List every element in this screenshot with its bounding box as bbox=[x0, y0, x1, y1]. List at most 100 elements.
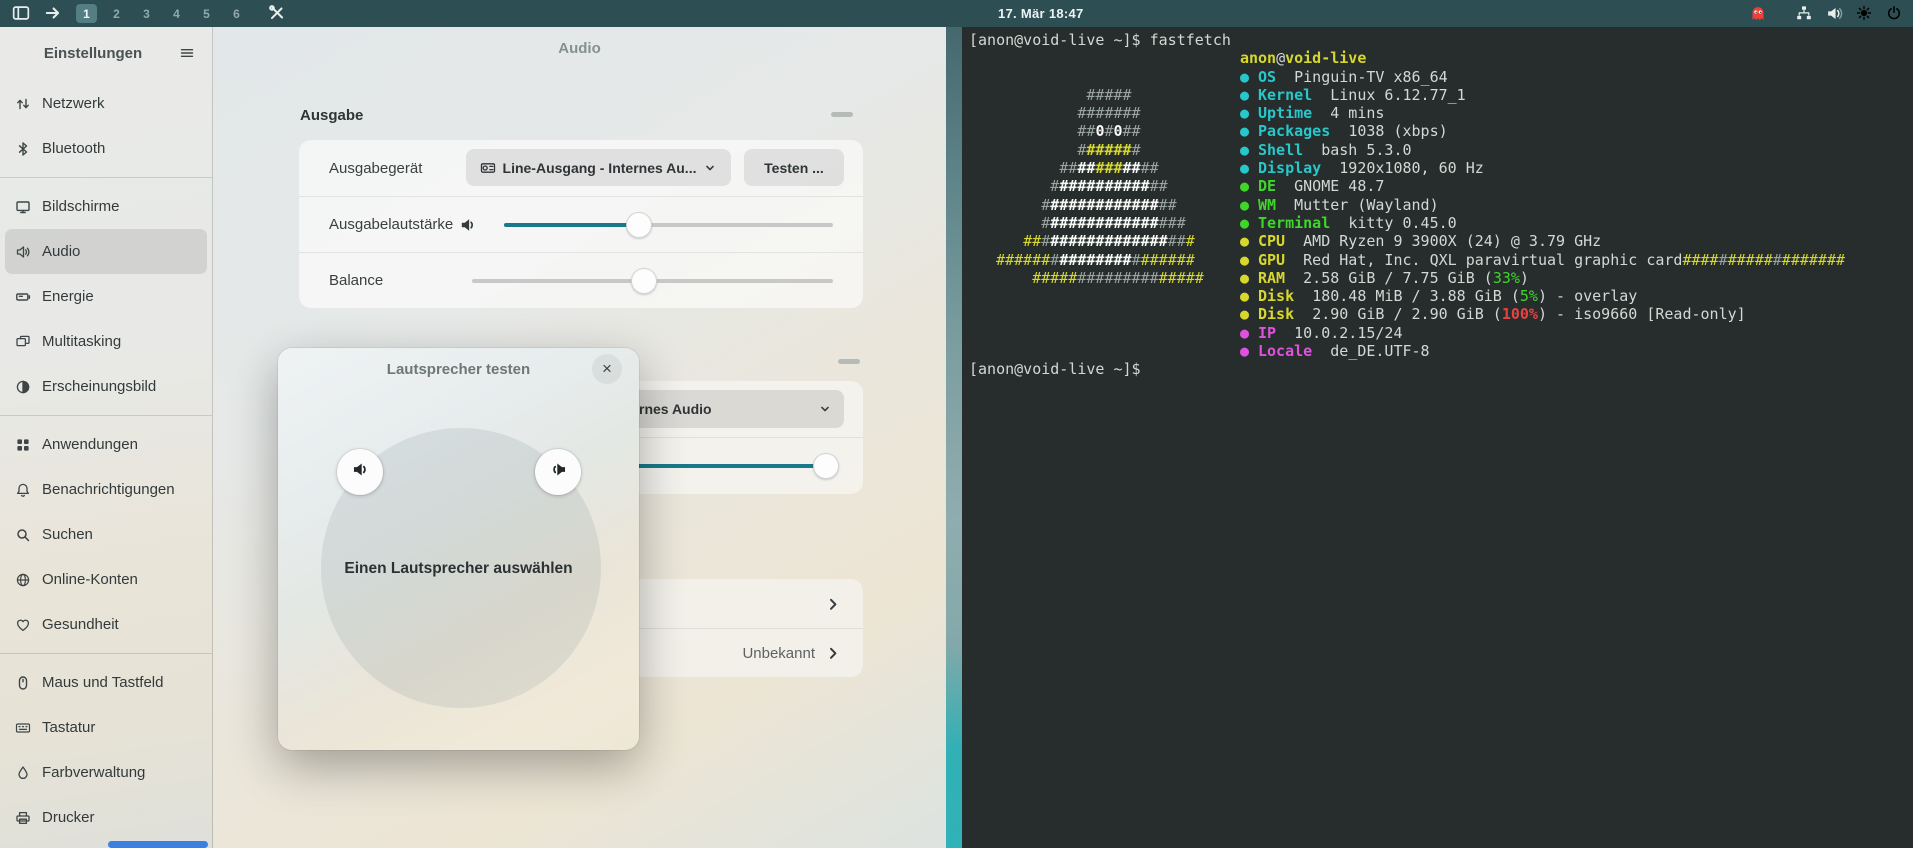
maus-icon bbox=[15, 675, 31, 691]
wallpaper bbox=[946, 27, 962, 848]
workspace-button-5[interactable]: 5 bbox=[196, 4, 217, 23]
front-right-speaker-button[interactable] bbox=[535, 449, 581, 495]
input-volume-handle[interactable] bbox=[813, 453, 839, 479]
chevron-right-icon bbox=[825, 645, 841, 661]
sidebar-item-label: Farbverwaltung bbox=[42, 764, 145, 781]
gesundheit-icon bbox=[15, 617, 31, 633]
sidebar-item-multitasking[interactable]: Multitasking bbox=[5, 319, 207, 364]
sidebar-divider bbox=[0, 415, 212, 416]
sidebar-item-benachrichtigungen[interactable]: Benachrichtigungen bbox=[5, 467, 207, 512]
multitasking-icon bbox=[15, 334, 31, 350]
brightness-icon[interactable] bbox=[1856, 5, 1873, 22]
bildschirme-icon bbox=[15, 199, 31, 215]
sidebar-item-label: Tastatur bbox=[42, 719, 95, 736]
bluetooth-icon bbox=[15, 141, 31, 157]
output-volume-label: Ausgabelautstärke bbox=[329, 197, 453, 252]
output-section-dash bbox=[831, 112, 853, 117]
sidebar-item-label: Audio bbox=[42, 243, 80, 260]
drucker-icon bbox=[15, 810, 31, 826]
clock[interactable]: 17. Mär 18:47 bbox=[998, 0, 1084, 27]
window-layout-icon[interactable] bbox=[12, 4, 30, 22]
ghost-icon[interactable] bbox=[1750, 5, 1767, 22]
output-device-value: Line-Ausgang - Internes Au... bbox=[503, 160, 697, 176]
output-device-row: Ausgabegerät Line-Ausgang - Internes Au.… bbox=[299, 140, 863, 196]
energie-icon bbox=[15, 289, 31, 305]
sidebar-item-label: Erscheinungsbild bbox=[42, 378, 156, 395]
chevron-down-icon bbox=[703, 161, 717, 175]
alert-sound-value: Unbekannt bbox=[742, 645, 815, 662]
terminal-output: [anon@void-live ~]$ fastfetch anon@void-… bbox=[962, 27, 1913, 379]
sidebar-item-farbverwaltung[interactable]: Farbverwaltung bbox=[5, 750, 207, 795]
tastatur-icon bbox=[15, 720, 31, 736]
audio-icon bbox=[15, 244, 31, 260]
sidebar-item-bildschirme[interactable]: Bildschirme bbox=[5, 184, 207, 229]
workspace-button-1[interactable]: 1 bbox=[76, 4, 97, 23]
sidebar-divider bbox=[0, 653, 212, 654]
network-icon[interactable] bbox=[1796, 5, 1813, 22]
balance-handle[interactable] bbox=[631, 268, 657, 294]
output-volume-handle[interactable] bbox=[626, 212, 652, 238]
workspace-button-2[interactable]: 2 bbox=[106, 4, 127, 23]
volume-icon[interactable] bbox=[1826, 5, 1843, 22]
sidebar-item-maus[interactable]: Maus und Tastfeld bbox=[5, 660, 207, 705]
sidebar-item-energie[interactable]: Energie bbox=[5, 274, 207, 319]
suchen-icon bbox=[15, 527, 31, 543]
sidebar-item-anwendungen[interactable]: Anwendungen bbox=[5, 422, 207, 467]
chevron-right-icon bbox=[825, 596, 841, 612]
sidebar-item-suchen[interactable]: Suchen bbox=[5, 512, 207, 557]
workspace-button-3[interactable]: 3 bbox=[136, 4, 157, 23]
dialog-title: Lautsprecher testen bbox=[278, 361, 639, 378]
sidebar-item-gesundheit[interactable]: Gesundheit bbox=[5, 602, 207, 647]
sidebar-item-label: Gesundheit bbox=[42, 616, 119, 633]
system-tray bbox=[1750, 0, 1903, 27]
sidebar-item-label: Online-Konten bbox=[42, 571, 138, 588]
output-volume-fill bbox=[504, 223, 639, 227]
page-title: Audio bbox=[213, 40, 946, 57]
desktop: 123456 17. Mär 18:47 Einstellungen Netzw… bbox=[0, 0, 1913, 848]
sidebar-item-drucker[interactable]: Drucker bbox=[5, 795, 207, 840]
sidebar-list: Netzwerk Bluetooth Bildschirme Audio Energie… bbox=[0, 79, 212, 842]
sidebar-item-bluetooth[interactable]: Bluetooth bbox=[5, 126, 207, 171]
sidebar-item-label: Netzwerk bbox=[42, 95, 105, 112]
output-device-dropdown[interactable]: Line-Ausgang - Internes Au... bbox=[466, 149, 731, 186]
test-button[interactable]: Testen ... bbox=[744, 149, 844, 186]
front-left-speaker-button[interactable] bbox=[337, 449, 383, 495]
anwendungen-icon bbox=[15, 437, 31, 453]
dialog-hint: Einen Lautsprecher auswählen bbox=[278, 560, 639, 578]
soundcard-icon bbox=[480, 160, 496, 176]
hamburger-menu-button[interactable] bbox=[174, 40, 200, 66]
sidebar-item-label: Maus und Tastfeld bbox=[42, 674, 163, 691]
close-icon[interactable]: × bbox=[592, 354, 622, 384]
sidebar-header: Einstellungen bbox=[0, 27, 212, 79]
input-section-dash bbox=[838, 359, 860, 364]
output-device-label: Ausgabegerät bbox=[329, 140, 422, 196]
workspace-button-4[interactable]: 4 bbox=[166, 4, 187, 23]
workspace-button-6[interactable]: 6 bbox=[226, 4, 247, 23]
tools-icon[interactable] bbox=[268, 4, 286, 22]
sidebar-item-audio[interactable]: Audio bbox=[5, 229, 207, 274]
sidebar-item-label: Bildschirme bbox=[42, 198, 120, 215]
sidebar-item-label: Anwendungen bbox=[42, 436, 138, 453]
sidebar-divider bbox=[0, 177, 212, 178]
speaker-icon bbox=[459, 216, 477, 234]
sidebar-item-tastatur[interactable]: Tastatur bbox=[5, 705, 207, 750]
sidebar-item-erscheinungsbild[interactable]: Erscheinungsbild bbox=[5, 364, 207, 409]
balance-row: Balance bbox=[299, 252, 863, 308]
sidebar-item-label: Benachrichtigungen bbox=[42, 481, 175, 498]
sidebar-item-label: Multitasking bbox=[42, 333, 121, 350]
output-section-heading: Ausgabe bbox=[300, 107, 363, 124]
erscheinungsbild-icon bbox=[15, 379, 31, 395]
terminal-window[interactable]: [anon@void-live ~]$ fastfetch anon@void-… bbox=[962, 27, 1913, 848]
settings-sidebar: Einstellungen Netzwerk Bluetooth Bildschir… bbox=[0, 27, 213, 848]
sidebar-item-label: Drucker bbox=[42, 809, 95, 826]
app-title: Einstellungen bbox=[12, 45, 174, 62]
arrow-right-icon[interactable] bbox=[44, 4, 62, 22]
farbverwaltung-icon bbox=[15, 765, 31, 781]
input-device-value: rnes Audio bbox=[639, 390, 712, 428]
balance-label: Balance bbox=[329, 253, 383, 308]
netzwerk-icon bbox=[15, 96, 31, 112]
sidebar-item-online-konten[interactable]: Online-Konten bbox=[5, 557, 207, 602]
speaker-right-icon bbox=[549, 460, 568, 484]
sidebar-item-netzwerk[interactable]: Netzwerk bbox=[5, 81, 207, 126]
power-icon[interactable] bbox=[1886, 5, 1903, 22]
